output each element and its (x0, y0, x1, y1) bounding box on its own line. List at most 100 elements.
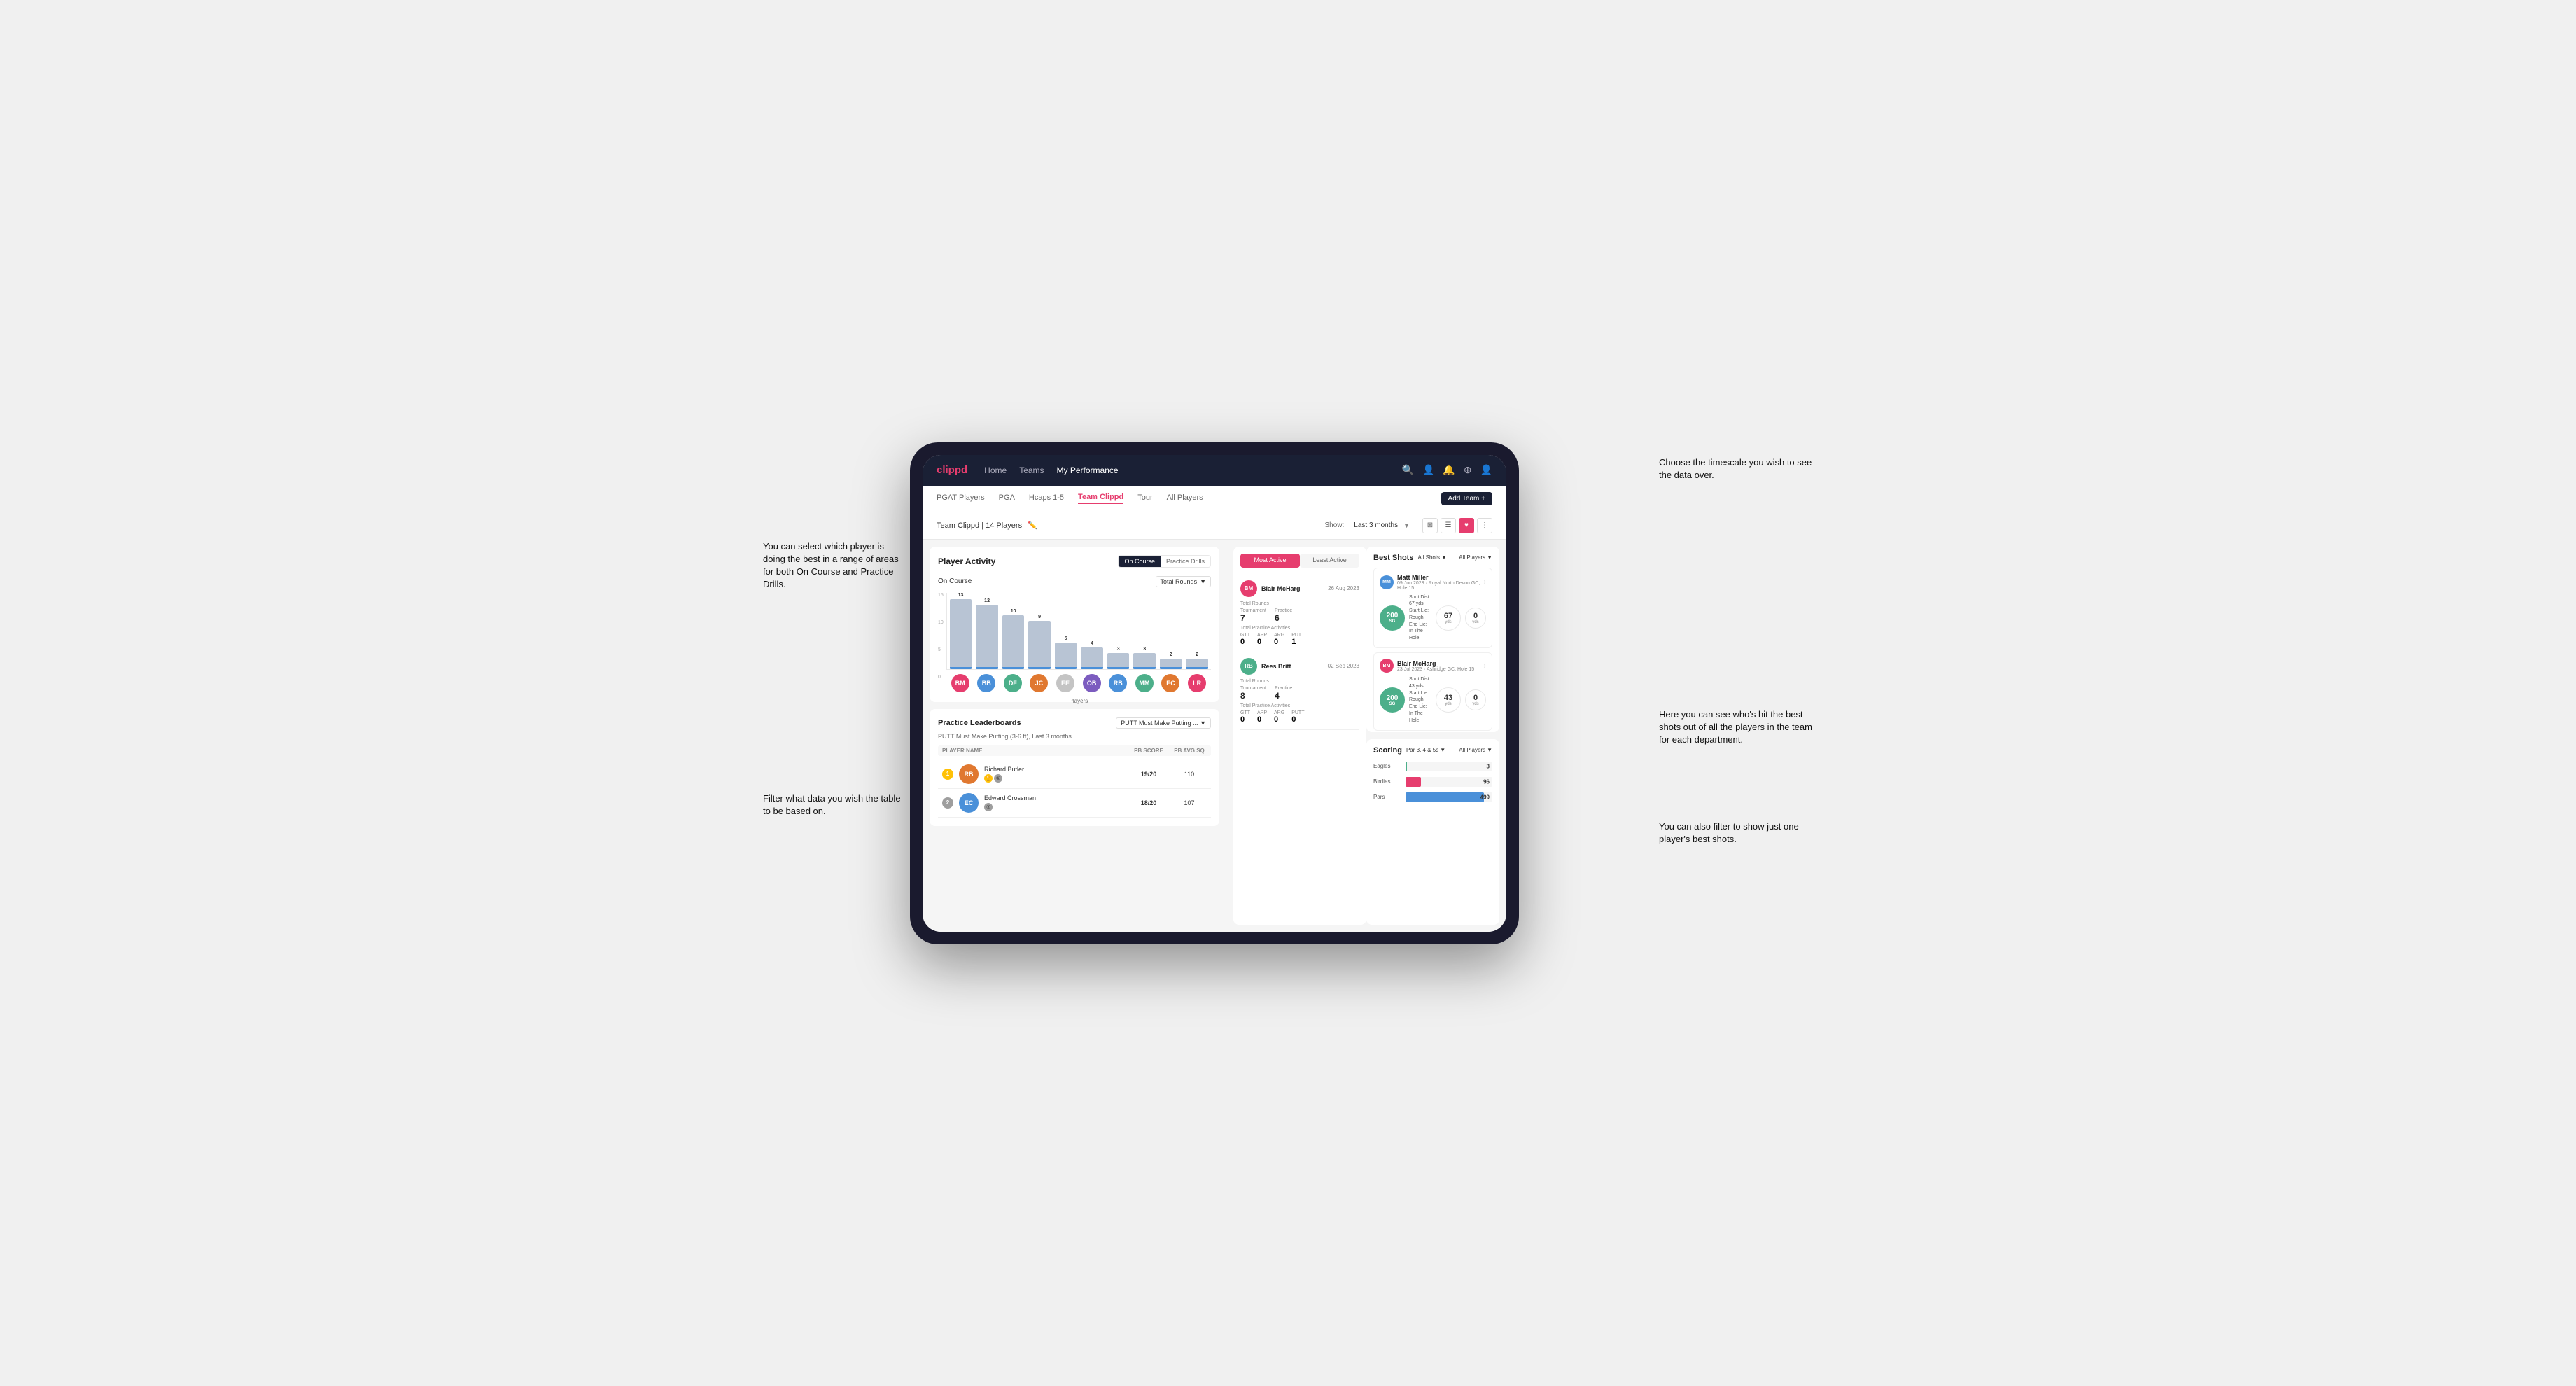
nav-my-performance[interactable]: My Performance (1057, 465, 1119, 475)
gtt-val-1: 0 (1240, 638, 1250, 646)
best-shots-title: Best Shots (1373, 554, 1413, 562)
bar-col-7: 3 (1107, 647, 1130, 669)
bar-highlight-9 (1160, 667, 1182, 669)
least-active-tab[interactable]: Least Active (1300, 554, 1359, 568)
shot-chevron-2[interactable]: › (1484, 662, 1486, 670)
add-team-button[interactable]: Add Team + (1441, 492, 1492, 505)
on-course-toggle[interactable]: On Course (1119, 556, 1161, 567)
y-axis-low: 5 (938, 648, 944, 652)
annotation-top-right: Choose the timescale you wish to see the… (1659, 456, 1813, 482)
shot-player-info-2: Blair McHarg 23 Jul 2023 · Ashridge GC, … (1397, 660, 1480, 672)
shot-unit-2: yds (1445, 702, 1451, 706)
y-axis-top: 15 (938, 593, 944, 598)
shot-zero-2: 0 (1474, 694, 1478, 702)
most-active-tab[interactable]: Most Active (1240, 554, 1300, 568)
scoring-players-dropdown: ▼ (1487, 747, 1492, 753)
plus-circle-icon[interactable]: ⊕ (1464, 464, 1472, 476)
bell-icon[interactable]: 🔔 (1443, 464, 1455, 476)
users-icon[interactable]: 👤 (1422, 464, 1434, 476)
eagles-label: Eagles (1373, 763, 1401, 769)
gtt-val-2: 0 (1240, 715, 1250, 724)
birdies-bar-fill (1406, 777, 1421, 787)
list-view-icon[interactable]: ☰ (1441, 518, 1456, 533)
lb-filter-dropdown[interactable]: PUTT Must Make Putting ... ▼ (1116, 718, 1211, 729)
avatars-row: BM BB DF JC EE OB RB MM EC (946, 670, 1211, 696)
sub-nav-tour[interactable]: Tour (1138, 493, 1152, 503)
player-avatar-blair: BM (1240, 580, 1257, 597)
shot-stats-1: 200 SG Shot Dist: 67 ydsStart Lie: Rough… (1380, 594, 1486, 643)
arg-stat-1: ARG 0 (1274, 633, 1284, 646)
player-row-header-1: BM Blair McHarg 26 Aug 2023 (1240, 580, 1359, 597)
main-content: Player Activity On Course Practice Drill… (923, 540, 1506, 932)
grid-view-icon[interactable]: ⊞ (1422, 518, 1438, 533)
sub-nav-pgat[interactable]: PGAT Players (937, 493, 985, 503)
y-axis-zero: 0 (938, 675, 944, 680)
shot-details-2: 23 Jul 2023 · Ashridge GC, Hole 15 (1397, 667, 1480, 672)
bar-col-6: 4 (1081, 641, 1103, 669)
all-shots-filter[interactable]: All Shots ▼ (1418, 554, 1447, 561)
total-practice-label-1: Total Practice Activities (1240, 626, 1359, 631)
tablet-screen: clippd Home Teams My Performance 🔍 👤 🔔 ⊕… (923, 455, 1506, 932)
nav-teams[interactable]: Teams (1019, 465, 1044, 475)
period-dropdown[interactable]: ▼ (1404, 522, 1410, 529)
shot-unit-1: yds (1445, 620, 1451, 624)
medal-icon: ① (994, 774, 1002, 783)
scoring-header: Scoring Par 3, 4 & 5s ▼ All Players ▼ (1373, 746, 1492, 755)
player-row-info-2: RB Rees Britt (1240, 658, 1292, 675)
badge-num-1: 200 (1387, 612, 1399, 620)
show-period[interactable]: Last 3 months (1354, 522, 1398, 529)
scoring-bars: Eagles 3 Birdies 96 (1373, 762, 1492, 802)
shots-dropdown-icon: ▼ (1441, 554, 1447, 561)
chart-filter-dropdown[interactable]: Total Rounds ▼ (1156, 576, 1211, 587)
lb-col-pb-avg: PB AVG SQ (1172, 748, 1207, 754)
rounds-stats-2: Tournament 8 Practice 4 (1240, 686, 1359, 701)
more-view-icon[interactable]: ⋮ (1477, 518, 1492, 533)
all-players-label: All Players (1459, 554, 1485, 561)
sub-nav-hcaps[interactable]: Hcaps 1-5 (1029, 493, 1064, 503)
scoring-row-birdies: Birdies 96 (1373, 777, 1492, 787)
scoring-row-eagles: Eagles 3 (1373, 762, 1492, 771)
total-rounds-label-2: Total Rounds (1240, 679, 1359, 684)
shot-zero-box-2: 0 yds (1465, 690, 1486, 710)
page-wrapper: Choose the timescale you wish to see the… (763, 442, 1813, 944)
player-avatar-rees: RB (1240, 658, 1257, 675)
active-tabs: Most Active Least Active (1240, 554, 1359, 568)
player-name-group-1: Blair McHarg (1261, 585, 1301, 592)
shot-player-row-1: MM Matt Miller 09 Jun 2023 · Royal North… (1380, 574, 1486, 591)
app-stat-2: APP 0 (1257, 710, 1267, 724)
bar-10 (1186, 659, 1208, 669)
bar-highlight-2 (976, 667, 998, 669)
bar-chart: 13 12 10 (946, 593, 1211, 670)
shot-zero-box-1: 0 yds (1465, 608, 1486, 629)
gtt-label-2: GTT (1240, 710, 1250, 715)
bar-highlight-3 (1002, 667, 1025, 669)
bar-3 (1002, 615, 1025, 669)
annotation-right-2: You can also filter to show just one pla… (1659, 820, 1813, 846)
player-date-2: 02 Sep 2023 (1328, 663, 1359, 669)
best-shots-card: Best Shots All Shots ▼ All Players ▼ (1366, 547, 1499, 732)
tournament-val-1: 7 (1240, 613, 1266, 623)
sub-nav-pga[interactable]: PGA (999, 493, 1015, 503)
shot-player-row-2: BM Blair McHarg 23 Jul 2023 · Ashridge G… (1380, 659, 1486, 673)
filter-dropdown-icon: ▼ (1200, 578, 1206, 585)
lb-table-header: PLAYER NAME PB SCORE PB AVG SQ (938, 746, 1211, 756)
practice-activities-1: GTT 0 APP 0 ARG 0 (1240, 633, 1359, 646)
scoring-players-filter[interactable]: All Players ▼ (1459, 747, 1492, 753)
card-header: Player Activity On Course Practice Drill… (938, 555, 1211, 568)
bar-col-3: 10 (1002, 609, 1025, 669)
avatar-7: RB (1109, 674, 1127, 692)
all-players-filter[interactable]: All Players ▼ (1459, 554, 1492, 561)
shot-chevron-1[interactable]: › (1484, 578, 1486, 586)
scoring-par-filter[interactable]: Par 3, 4 & 5s ▼ (1406, 747, 1446, 753)
practice-drills-toggle[interactable]: Practice Drills (1161, 556, 1210, 567)
search-icon[interactable]: 🔍 (1402, 464, 1414, 476)
heart-view-icon[interactable]: ♥ (1459, 518, 1474, 533)
sub-nav-all-players[interactable]: All Players (1167, 493, 1203, 503)
shot-card-2: BM Blair McHarg 23 Jul 2023 · Ashridge G… (1373, 652, 1492, 731)
lb-score-1: 19/20 (1131, 771, 1166, 778)
sub-nav-team-clippd[interactable]: Team Clippd (1078, 493, 1124, 504)
nav-home[interactable]: Home (984, 465, 1007, 475)
edit-icon[interactable]: ✏️ (1028, 521, 1037, 530)
profile-icon[interactable]: 👤 (1480, 464, 1492, 476)
bar-5 (1055, 643, 1077, 669)
